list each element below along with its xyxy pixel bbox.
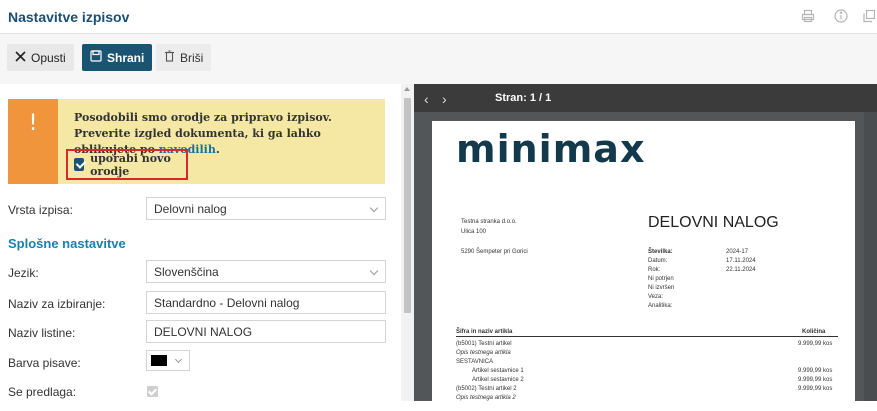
chevron-down-icon	[174, 355, 183, 364]
table-divider	[456, 336, 838, 337]
meta-value: 22.11.2024	[726, 267, 756, 273]
preview-toolbar: ‹ › Stran: 1 / 1	[414, 84, 877, 112]
meta-key: Analitika:	[648, 303, 673, 309]
row-qty: 9.999,99 kos	[798, 368, 833, 374]
info-icon[interactable]	[834, 9, 850, 25]
close-icon	[15, 50, 26, 65]
font-color-picker[interactable]	[146, 350, 190, 371]
save-icon	[90, 50, 102, 65]
new-tool-checkbox-container[interactable]: uporabi novo orodje	[66, 149, 188, 180]
save-label: Shrani	[107, 50, 145, 65]
save-button[interactable]: Shrani	[82, 44, 153, 71]
meta-key: Datum:	[648, 258, 668, 264]
delete-label: Briši	[180, 50, 204, 65]
meta-value: 17.11.2024	[726, 258, 756, 264]
print-icon[interactable]	[801, 9, 817, 25]
cancel-label: Opusti	[31, 50, 66, 65]
chevron-down-icon	[369, 266, 379, 276]
meta-key: Rok:	[648, 267, 661, 273]
cancel-button[interactable]: Opusti	[7, 44, 74, 71]
table-header-qty: Količina	[802, 329, 826, 335]
page-indicator: Stran: 1 / 1	[495, 92, 552, 104]
table-header-article: Šifra in naziv artikla	[456, 329, 513, 335]
row-name: SESTAVNICA	[456, 359, 494, 365]
notice-box: ! Posodobili smo orodje za pripravo izpi…	[8, 99, 385, 184]
row-name: (b5002) Testni artikel 2	[456, 386, 517, 392]
warning-icon: !	[8, 99, 58, 184]
scroll-thumb[interactable]	[404, 98, 411, 313]
section-title: Splošne nastavitve	[8, 236, 126, 251]
template-checkbox[interactable]	[147, 386, 158, 397]
font-color-label: Barva pisave:	[8, 356, 81, 370]
chevron-right-icon[interactable]: ›	[442, 91, 447, 107]
company-name: Testna stranka d.o.o.	[461, 219, 517, 225]
selection-name-input[interactable]: Standardno - Delovni nalog	[146, 291, 386, 314]
page-title: Nastavitve izpisov	[8, 9, 130, 25]
document-page: minimax Testna stranka d.o.o. Ulica 100 …	[432, 121, 855, 411]
selection-name-label: Naziv za izbiranje:	[8, 297, 106, 311]
delete-button[interactable]: Briši	[156, 44, 212, 71]
color-swatch	[151, 355, 167, 366]
chevron-down-icon	[369, 203, 379, 213]
row-name: Opis testnega artikla	[456, 350, 511, 356]
document-title: DELOVNI NALOG	[648, 214, 779, 231]
row-name: (b5001) Testni artikel	[456, 341, 512, 347]
row-qty: 9.999,99 kos	[798, 386, 833, 392]
row-name: Artikel sestavnice 1	[472, 368, 524, 374]
meta-key: Številka:	[648, 249, 673, 255]
meta-key: Ni izvršen	[648, 285, 675, 291]
print-type-label: Vrsta izpisa:	[8, 203, 73, 217]
meta-key: Veza:	[648, 294, 664, 300]
company-city: 5290 Šempeter pri Gorici	[461, 249, 528, 255]
copy-icon[interactable]	[862, 9, 877, 25]
preview-scrollbar[interactable]	[864, 112, 877, 401]
print-type-select[interactable]: Delovni nalog	[146, 197, 386, 220]
trash-icon	[164, 50, 175, 65]
scroll-up-icon[interactable]	[404, 87, 410, 91]
left-scrollbar[interactable]	[401, 84, 414, 401]
preview-panel: ‹ › Stran: 1 / 1 minimax Testna stranka …	[414, 84, 877, 411]
minimax-logo: minimax	[456, 127, 646, 171]
new-tool-checkbox-label: uporabi novo orodje	[90, 151, 171, 178]
language-select[interactable]: Slovenščina	[146, 260, 386, 283]
document-name-input[interactable]: DELOVNI NALOG	[146, 320, 386, 343]
chevron-left-icon[interactable]: ‹	[424, 91, 429, 107]
top-bar: Nastavitve izpisov	[0, 0, 877, 34]
meta-key: Ni potrjen	[648, 276, 674, 282]
company-street: Ulica 100	[461, 229, 487, 235]
row-qty: 9.999,99 kos	[798, 341, 833, 347]
row-qty: 9.999,99 kos	[798, 377, 833, 383]
new-tool-checkbox[interactable]	[74, 158, 85, 171]
document-name-label: Naziv listine:	[8, 326, 76, 340]
meta-value: 2024-17	[726, 249, 749, 255]
row-name: Artikel sestavnice 2	[472, 377, 524, 383]
language-label: Jezik:	[8, 266, 39, 280]
template-label: Se predlaga:	[8, 385, 77, 399]
toolbar: Opusti Shrani Briši	[0, 34, 877, 84]
